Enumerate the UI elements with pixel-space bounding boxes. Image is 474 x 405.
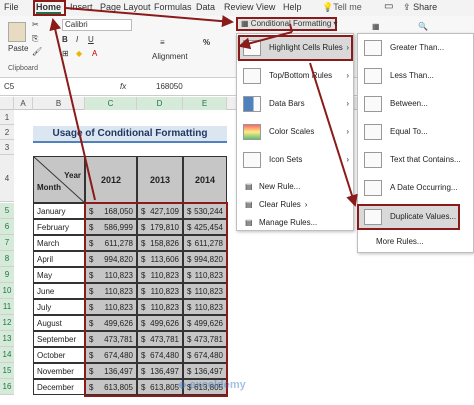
annotation-arrows — [49, 7, 358, 207]
arrow-to-duplicate-values — [309, 62, 358, 207]
watermark: ◈ exceldemy — [178, 379, 246, 391]
arrow-to-highlight-cells — [238, 31, 293, 50]
watermark-logo-icon: ◈ — [178, 379, 187, 391]
arrow-to-conditional-formatting — [65, 7, 234, 28]
arrow-cf-connector — [289, 23, 293, 33]
arrow-to-home-tab — [49, 18, 96, 201]
